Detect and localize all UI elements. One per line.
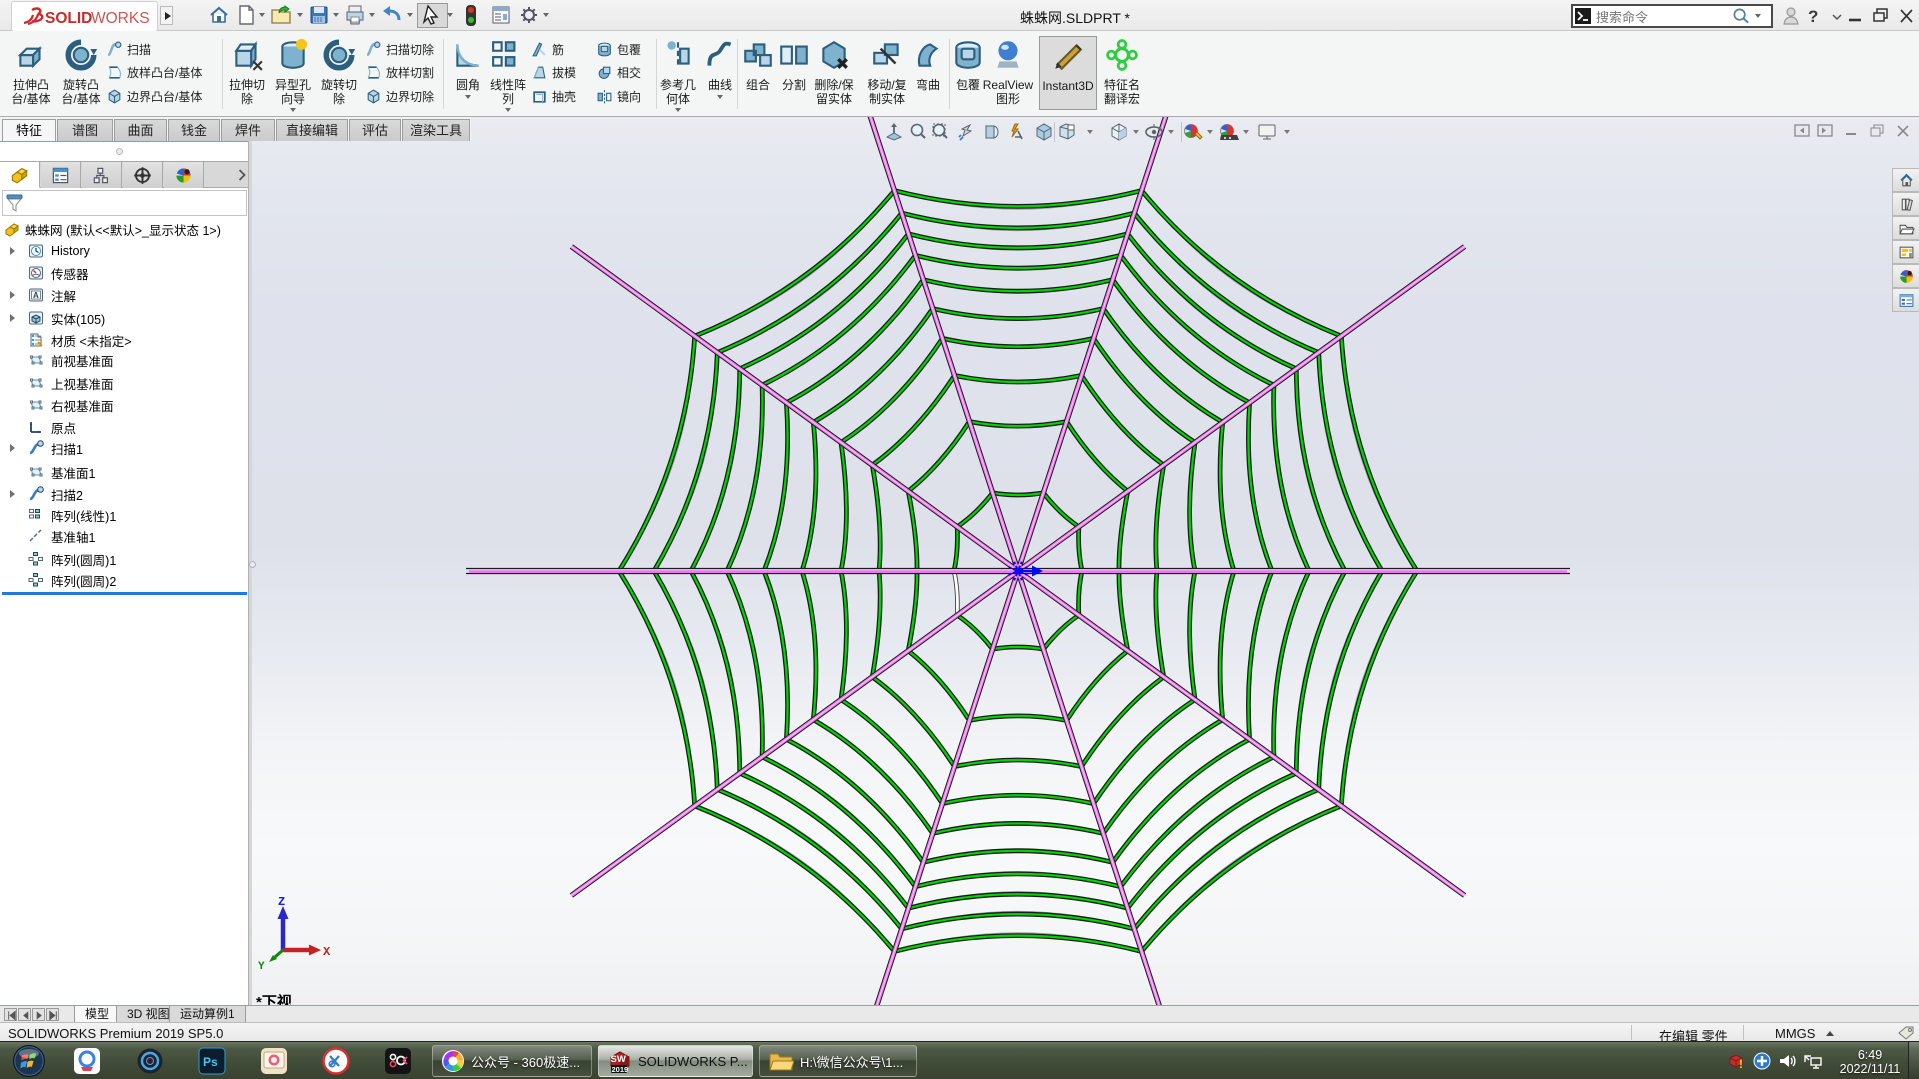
svg-text:?: ? (1808, 7, 1818, 26)
svg-text:WORKS: WORKS (91, 10, 150, 27)
svg-text:SW: SW (611, 1054, 626, 1065)
svg-text:X: X (323, 945, 331, 959)
svg-text:!: ! (1739, 1057, 1743, 1070)
svg-text:Z: Z (278, 895, 285, 909)
svg-text:Y: Y (258, 961, 265, 970)
svg-text:SOLID: SOLID (45, 10, 92, 27)
svg-text:Ps: Ps (203, 1055, 218, 1069)
svg-text:2019: 2019 (612, 1065, 629, 1074)
svg-text:A: A (33, 291, 39, 300)
